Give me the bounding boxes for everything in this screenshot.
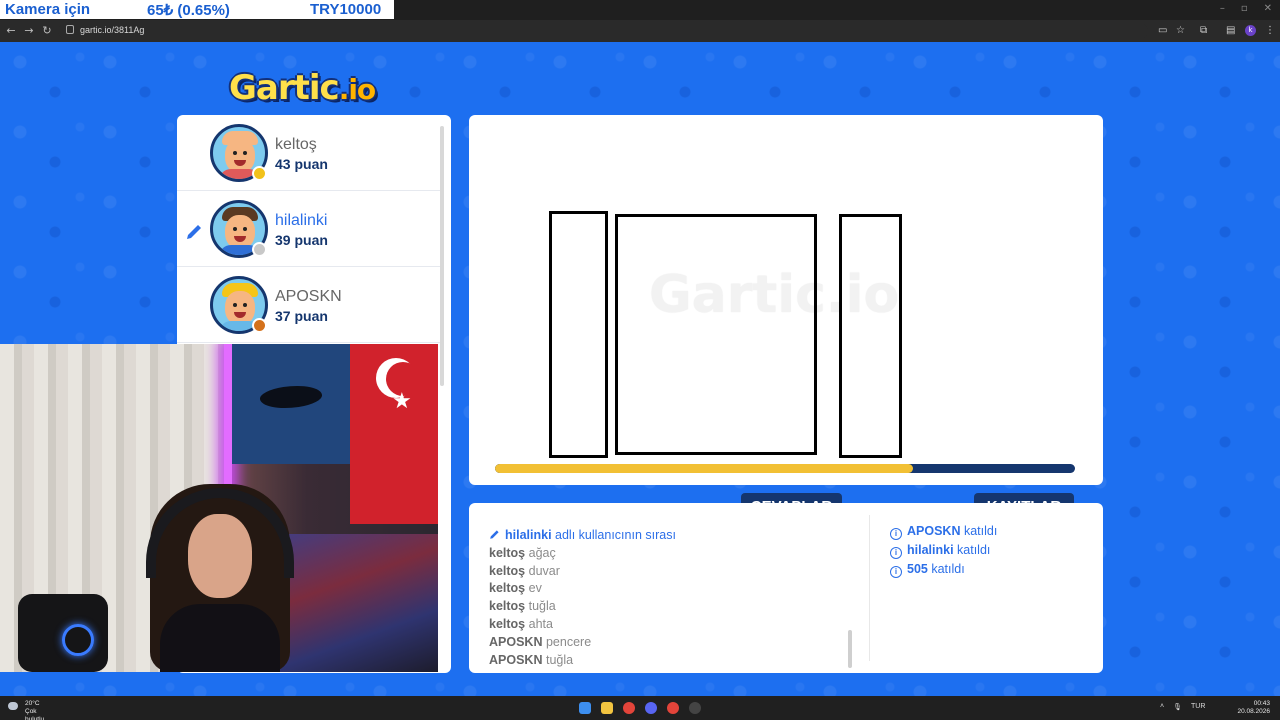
player-row[interactable]: keltoş 43 puan bbox=[177, 115, 443, 191]
pencil-icon bbox=[490, 530, 499, 539]
site-info-icon[interactable] bbox=[66, 25, 74, 34]
back-icon[interactable]: ← bbox=[4, 24, 18, 37]
log-item: i 505 katıldı bbox=[890, 560, 997, 579]
drawing-canvas[interactable]: Gartic.io bbox=[469, 115, 1103, 485]
round-timer-fill bbox=[495, 464, 913, 473]
obs-icon[interactable] bbox=[689, 702, 701, 714]
webcam-overlay: ★ bbox=[0, 344, 438, 672]
extensions-icon[interactable]: ⧉ bbox=[1200, 25, 1207, 36]
window-controls: – ▫ ✕ bbox=[1220, 3, 1272, 14]
answer-item: keltoş ağaç bbox=[489, 545, 556, 560]
player-row[interactable]: APOSKN 37 puan bbox=[177, 267, 443, 343]
answer-item: keltoş tuğla bbox=[489, 599, 556, 614]
answer-item: keltoş ev bbox=[489, 581, 542, 596]
url-text[interactable]: gartic.io/3811Ag bbox=[80, 25, 144, 35]
player-name: hilalinki bbox=[275, 212, 328, 229]
drawn-rectangle bbox=[839, 214, 902, 458]
answer-item: APOSKN pencere bbox=[489, 634, 592, 649]
drawn-rectangle bbox=[615, 214, 817, 455]
clock[interactable]: 00:43 20.08.2026 bbox=[1237, 700, 1270, 716]
log-item: i hilalinki katıldı bbox=[890, 541, 997, 560]
answer-item: APOSKN tuğla bbox=[489, 652, 574, 667]
log-item: i APOSKN katıldı bbox=[890, 522, 997, 541]
player-name: keltoş bbox=[275, 136, 317, 153]
chrome-active-icon[interactable] bbox=[667, 702, 679, 714]
player-row[interactable]: hilalinki 39 puan bbox=[177, 191, 443, 267]
system-tray: ˄ 🎙 TUR bbox=[1160, 703, 1205, 711]
info-icon: i bbox=[890, 528, 902, 540]
cloud-icon bbox=[8, 702, 18, 710]
cast-icon[interactable]: ▭ bbox=[1158, 25, 1167, 36]
maximize-icon[interactable]: ▫ bbox=[1241, 3, 1248, 14]
player-score: 43 puan bbox=[275, 156, 328, 172]
bookmark-star-icon[interactable]: ☆ bbox=[1176, 25, 1185, 36]
donation-label: Kamera için bbox=[5, 1, 91, 18]
chevron-up-icon[interactable]: ˄ bbox=[1160, 703, 1164, 711]
player-score: 37 puan bbox=[275, 308, 328, 324]
player-score: 39 puan bbox=[275, 232, 328, 248]
pencil-icon bbox=[187, 225, 201, 239]
panel-divider bbox=[869, 515, 870, 661]
info-icon: i bbox=[890, 566, 902, 578]
close-icon[interactable]: ✕ bbox=[1264, 3, 1272, 14]
url-bar[interactable] bbox=[58, 23, 1148, 39]
info-icon: i bbox=[890, 547, 902, 559]
player-name: APOSKN bbox=[275, 288, 342, 305]
logs-list: i APOSKN katıldı i hilalinki katıldı i 505 ka… bbox=[890, 522, 997, 579]
start-icon[interactable] bbox=[579, 702, 591, 714]
round-timer-bar bbox=[495, 464, 1075, 473]
players-scrollbar[interactable] bbox=[440, 126, 444, 386]
side-panel-icon[interactable]: ▤ bbox=[1226, 25, 1235, 36]
minimize-icon[interactable]: – bbox=[1220, 3, 1225, 14]
answers-list: hilalinki adlı kullanıcının sırası keltoş… bbox=[489, 527, 859, 669]
menu-icon[interactable]: ⋮ bbox=[1265, 25, 1275, 36]
answers-logs-panel: hilalinki adlı kullanıcının sırası keltoş… bbox=[469, 503, 1103, 673]
gartic-logo: Gartic.io bbox=[229, 68, 376, 108]
donation-amount: 65₺ (0.65%) bbox=[147, 2, 230, 19]
profile-avatar[interactable]: k bbox=[1245, 25, 1256, 36]
donation-goal: TRY10000 bbox=[310, 1, 382, 18]
status-badge bbox=[252, 166, 267, 181]
turn-message: hilalinki adlı kullanıcının sırası bbox=[489, 527, 859, 545]
answer-item: keltoş ahta bbox=[489, 616, 553, 631]
mic-icon[interactable]: 🎙 bbox=[1173, 703, 1182, 711]
reload-icon[interactable]: ↻ bbox=[40, 24, 54, 37]
answers-scrollbar[interactable] bbox=[848, 630, 852, 668]
file-explorer-icon[interactable] bbox=[601, 702, 613, 714]
status-badge bbox=[252, 242, 267, 257]
donation-banner: Kamera için 65₺ (0.65%) TRY10000 bbox=[0, 0, 394, 19]
answer-item: keltoş duvar bbox=[489, 563, 560, 578]
status-badge bbox=[252, 318, 267, 333]
discord-icon[interactable] bbox=[645, 702, 657, 714]
taskbar bbox=[0, 696, 1280, 720]
chrome-icon[interactable] bbox=[623, 702, 635, 714]
forward-icon[interactable]: → bbox=[22, 24, 36, 37]
language-indicator[interactable]: TUR bbox=[1191, 703, 1205, 711]
drawn-rectangle bbox=[549, 211, 608, 458]
